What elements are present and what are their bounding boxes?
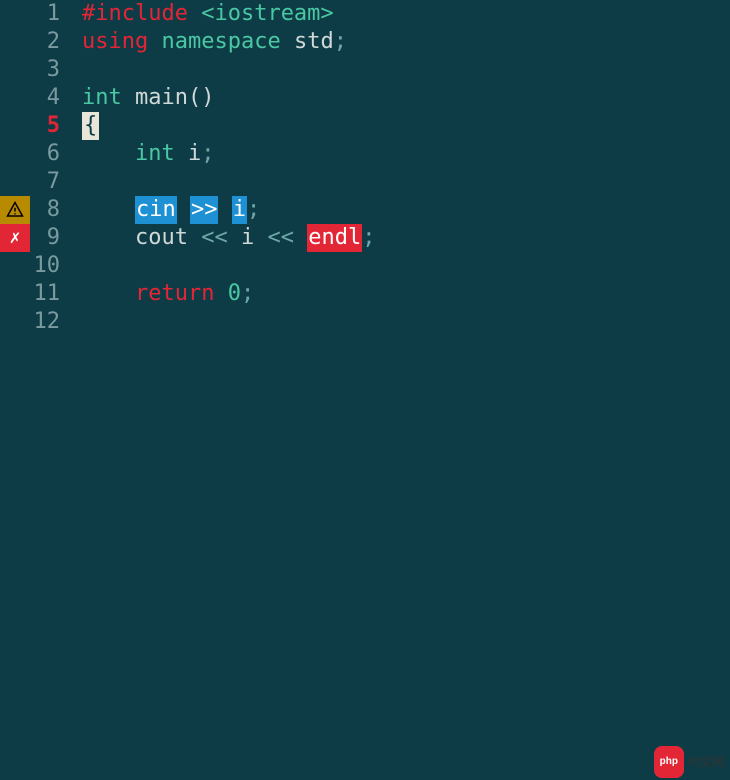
selection-highlight: cin bbox=[135, 196, 177, 224]
punct-token: ; bbox=[201, 140, 214, 168]
error-icon: ✗ bbox=[10, 224, 21, 252]
code-line[interactable]: #include <iostream> bbox=[82, 0, 730, 28]
identifier-token: i bbox=[241, 224, 254, 252]
code-editor[interactable]: 1 2 3 4 5 6 7 bbox=[0, 0, 730, 780]
marker-col bbox=[0, 168, 30, 196]
operator-token: << bbox=[267, 224, 294, 252]
code-line[interactable]: int main() bbox=[82, 84, 730, 112]
warning-marker[interactable] bbox=[0, 196, 30, 224]
code-line[interactable]: cout << i << endl; bbox=[82, 224, 730, 252]
error-highlight: endl bbox=[307, 224, 362, 252]
type-token: int bbox=[135, 140, 175, 168]
paren-token: () bbox=[188, 84, 215, 112]
code-area[interactable]: #include <iostream> using namespace std;… bbox=[80, 0, 730, 780]
code-line[interactable]: int i; bbox=[82, 140, 730, 168]
watermark-text: 中文网 bbox=[688, 748, 724, 776]
function-token: main bbox=[135, 84, 188, 112]
line-number: 10 bbox=[30, 252, 70, 280]
line-number: 3 bbox=[30, 56, 70, 84]
number-token: 0 bbox=[228, 280, 241, 308]
namespace-token: namespace bbox=[161, 28, 280, 56]
line-number: 12 bbox=[30, 308, 70, 336]
code-line-active[interactable]: { bbox=[82, 112, 730, 140]
line-number: 7 bbox=[30, 168, 70, 196]
line-number-active: 5 bbox=[30, 112, 70, 140]
line-number: 1 bbox=[30, 0, 70, 28]
indent bbox=[82, 280, 135, 308]
type-token: int bbox=[82, 84, 122, 112]
marker-col bbox=[0, 252, 30, 280]
indent bbox=[82, 224, 135, 252]
include-target: <iostream> bbox=[201, 0, 333, 28]
line-number: 11 bbox=[30, 280, 70, 308]
code-line[interactable]: return 0; bbox=[82, 280, 730, 308]
code-line[interactable] bbox=[82, 56, 730, 84]
line-number: 8 bbox=[30, 196, 70, 224]
indent bbox=[82, 140, 135, 168]
warning-icon bbox=[6, 201, 24, 219]
error-marker[interactable]: ✗ bbox=[0, 224, 30, 252]
gutter: 1 2 3 4 5 6 7 bbox=[0, 0, 80, 780]
marker-col bbox=[0, 280, 30, 308]
marker-col bbox=[0, 28, 30, 56]
watermark-badge: php bbox=[654, 746, 684, 778]
code-line[interactable] bbox=[82, 308, 730, 336]
line-number: 6 bbox=[30, 140, 70, 168]
line-number: 2 bbox=[30, 28, 70, 56]
keyword-token: return bbox=[135, 280, 214, 308]
operator-token: << bbox=[201, 224, 228, 252]
marker-col bbox=[0, 308, 30, 336]
watermark: php 中文网 bbox=[654, 746, 724, 778]
indent bbox=[82, 196, 135, 224]
punct-token: ; bbox=[247, 196, 260, 224]
keyword-token: using bbox=[82, 28, 148, 56]
cursor-brace: { bbox=[82, 112, 99, 140]
line-number: 4 bbox=[30, 84, 70, 112]
punct-token: ; bbox=[241, 280, 254, 308]
identifier-token: cout bbox=[135, 224, 188, 252]
marker-col bbox=[0, 140, 30, 168]
code-line[interactable] bbox=[82, 168, 730, 196]
marker-col bbox=[0, 84, 30, 112]
line-number: 9 bbox=[30, 224, 70, 252]
marker-col bbox=[0, 112, 30, 140]
identifier-token: i bbox=[188, 140, 201, 168]
code-line[interactable] bbox=[82, 252, 730, 280]
punct-token: ; bbox=[362, 224, 375, 252]
punct-token: ; bbox=[334, 28, 347, 56]
selection-highlight: >> bbox=[190, 196, 219, 224]
code-line[interactable]: cin >> i; bbox=[82, 196, 730, 224]
marker-col bbox=[0, 0, 30, 28]
preprocessor-token: #include bbox=[82, 0, 188, 28]
marker-col bbox=[0, 56, 30, 84]
identifier-token: std bbox=[294, 28, 334, 56]
code-line[interactable]: using namespace std; bbox=[82, 28, 730, 56]
selection-highlight: i bbox=[232, 196, 247, 224]
